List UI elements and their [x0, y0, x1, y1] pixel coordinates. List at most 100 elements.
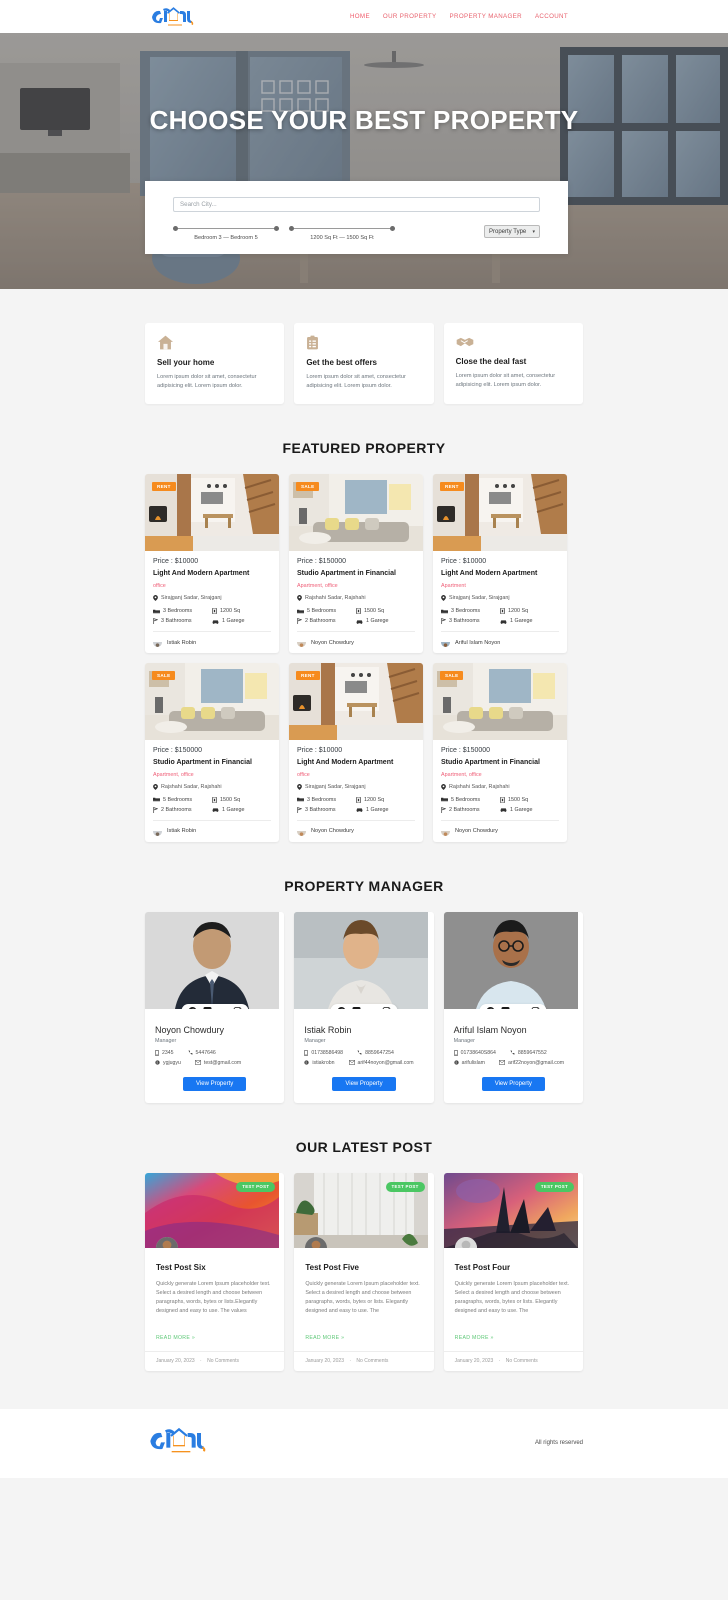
site-logo[interactable] — [148, 5, 196, 29]
nav-link-property-manager[interactable]: PROPERTY MANAGER — [450, 13, 522, 20]
property-card[interactable]: RENT Price: $10000 Light And Modern Apa… — [433, 474, 567, 654]
read-more-link[interactable]: READ MORE » — [156, 1335, 195, 1341]
facebook-icon[interactable] — [188, 1006, 196, 1009]
spec-garage: 1 Garege — [500, 807, 559, 813]
read-more-link[interactable]: READ MORE » — [305, 1335, 344, 1341]
view-property-button[interactable]: View Property — [481, 1076, 545, 1091]
property-price: Price : $150000 — [297, 558, 347, 566]
property-card[interactable]: SALE Price : $150000 Studio Apartment in… — [433, 663, 567, 842]
instagram-icon[interactable] — [233, 1006, 242, 1009]
area-slider-knob-max[interactable] — [390, 226, 395, 231]
bedroom-range-filter[interactable]: Bedroom 3 — Bedroom 5 — [173, 224, 279, 241]
nav-links: HOME OUR PROPERTY PROPERTY MANAGER ACCOU… — [350, 13, 568, 20]
post-body: Test Post Four Quickly generate Lorem Ip… — [444, 1248, 583, 1351]
bed-icon — [441, 609, 448, 613]
search-city-input[interactable] — [173, 197, 540, 212]
property-agent[interactable]: Noyon Chowdury — [297, 631, 415, 648]
nav-link-home[interactable]: HOME — [350, 13, 370, 20]
twitter-icon[interactable] — [203, 1006, 212, 1009]
property-type-select[interactable]: Property Type ▾ — [484, 225, 540, 238]
post-card[interactable]: TEST POST Test Post Six Quickly generate… — [145, 1172, 285, 1371]
service-text: Lorem ipsum dolor sit amet, consectetur … — [455, 373, 556, 388]
property-agent-name: Ariful Islam Noyon — [455, 639, 501, 646]
car-icon — [500, 808, 507, 813]
property-body: Price : $10000 Light And Modern Apartmen… — [433, 551, 567, 653]
view-property-button[interactable]: View Property — [183, 1076, 247, 1091]
nav-link-our-property[interactable]: OUR PROPERTY — [383, 13, 437, 20]
featured-property-grid: RENT Price: $10000 Light And Modern Apa… — [0, 474, 728, 842]
spec-bathrooms: 3 Bathrooms — [153, 618, 212, 625]
post-title: Test Post Five — [305, 1262, 359, 1272]
area-range-filter[interactable]: 1200 Sq Ft — 1500 Sq Ft — [289, 224, 395, 241]
bed-icon — [297, 798, 304, 802]
linkedin-icon[interactable]: in — [218, 1007, 226, 1009]
latest-post-grid: TEST POST Test Post Six Quickly generate… — [0, 1172, 728, 1371]
bath-icon — [297, 806, 302, 813]
service-text: Lorem ipsum dolor sit amet, consectetur … — [157, 374, 257, 389]
linkedin-icon[interactable]: in — [517, 1007, 525, 1009]
twitter-icon[interactable] — [352, 1006, 361, 1009]
property-agent[interactable]: Noyon Chowdury — [441, 819, 559, 836]
manager-mobile-text: 2345 — [162, 1049, 174, 1056]
bedroom-slider-knob-min[interactable] — [173, 226, 178, 231]
home-icon — [158, 335, 173, 350]
property-agent[interactable]: Ariful Islam Noyon — [441, 631, 559, 648]
manager-skype-text: ygjugyu — [163, 1059, 181, 1066]
property-location: Rajshahi Sadar, Rajshahi — [441, 783, 559, 790]
property-price: Price : $150000 — [153, 747, 203, 755]
property-specs: 3 Bedrooms 1200 Sq 3 Bathrooms 1 Garege — [297, 796, 415, 813]
instagram-icon[interactable] — [531, 1006, 540, 1009]
manager-email-text: test@gmail.com — [203, 1059, 242, 1066]
manager-portrait-smiling-man — [294, 911, 429, 1009]
post-meta-separator: · — [200, 1357, 202, 1364]
post-card[interactable]: TEST POST Test Post Four Quickly generat… — [443, 1172, 583, 1371]
post-card[interactable]: TEST POST Test Post Five Quickly generat… — [294, 1172, 434, 1371]
envelope-icon — [499, 1060, 506, 1066]
facebook-icon[interactable] — [487, 1006, 495, 1009]
view-property-button[interactable]: View Property — [332, 1076, 396, 1091]
phone-icon — [510, 1050, 515, 1055]
bedroom-slider-track[interactable] — [173, 224, 279, 233]
property-location-text: Rajshahi Sadar, Rajshahi — [449, 783, 510, 790]
twitter-icon[interactable] — [501, 1006, 510, 1009]
spec-area-text: 1200 Sq — [508, 608, 529, 615]
property-specs: 5 Bedrooms 1500 Sq 2 Bathrooms 1 Garege — [153, 796, 271, 813]
property-tags: Apartment, office — [441, 771, 482, 778]
post-date: January 20, 2023 — [454, 1357, 494, 1364]
property-card[interactable]: RENT Price: $10000 Light And Modern Apa… — [289, 663, 423, 842]
property-image: RENT — [433, 474, 567, 552]
area-slider-track[interactable] — [289, 224, 395, 233]
bedroom-slider-knob-max[interactable] — [274, 226, 279, 231]
nav-link-account[interactable]: ACCOUNT — [535, 13, 568, 20]
property-agent[interactable]: Istiak Robin — [153, 819, 271, 836]
property-card[interactable]: SALE Price : $150000 Studio Apartment in… — [289, 474, 423, 654]
linkedin-icon[interactable]: in — [367, 1007, 375, 1009]
property-agent-name: Noyon Chowdury — [311, 639, 354, 646]
property-status-badge: RENT — [440, 482, 464, 492]
post-title: Test Post Six — [156, 1262, 206, 1272]
property-search-panel: Bedroom 3 — Bedroom 5 1200 Sq Ft — 1500 … — [145, 181, 568, 254]
map-pin-icon — [153, 783, 158, 790]
property-card[interactable]: SALE Price : $150000 Studio Apartment in… — [145, 663, 279, 842]
manager-email: arif44noyon@gmail.com — [348, 1060, 414, 1066]
read-more-link[interactable]: READ MORE » — [455, 1335, 494, 1341]
manager-skype-text: arifulislam — [461, 1059, 486, 1066]
post-title: Test Post Four — [454, 1262, 511, 1272]
property-location: Sirajganj Sadar, Sirajganj — [441, 595, 559, 602]
spec-garage-text: 1 Garege — [222, 618, 245, 625]
footer-logo[interactable] — [145, 1425, 209, 1462]
property-agent[interactable]: Istiak Robin — [153, 631, 271, 648]
spec-area-text: 1500 Sq — [364, 608, 385, 615]
property-card[interactable]: RENT Price: $10000 Light And Modern Apa… — [145, 474, 279, 654]
property-agent[interactable]: Noyon Chowdury — [297, 819, 415, 836]
hero-title: CHOOSE YOUR BEST PROPERTY — [149, 105, 579, 135]
area-range-label: 1200 Sq Ft — 1500 Sq Ft — [310, 235, 374, 241]
bath-icon — [153, 618, 158, 625]
area-slider-knob-min[interactable] — [289, 226, 294, 231]
skype-icon: S — [304, 1060, 309, 1065]
facebook-icon[interactable] — [337, 1006, 345, 1009]
avatar — [441, 638, 450, 648]
spec-area: 1500 Sq — [212, 796, 271, 803]
instagram-icon[interactable] — [382, 1006, 391, 1009]
spec-bedrooms: 5 Bedrooms — [153, 797, 212, 803]
